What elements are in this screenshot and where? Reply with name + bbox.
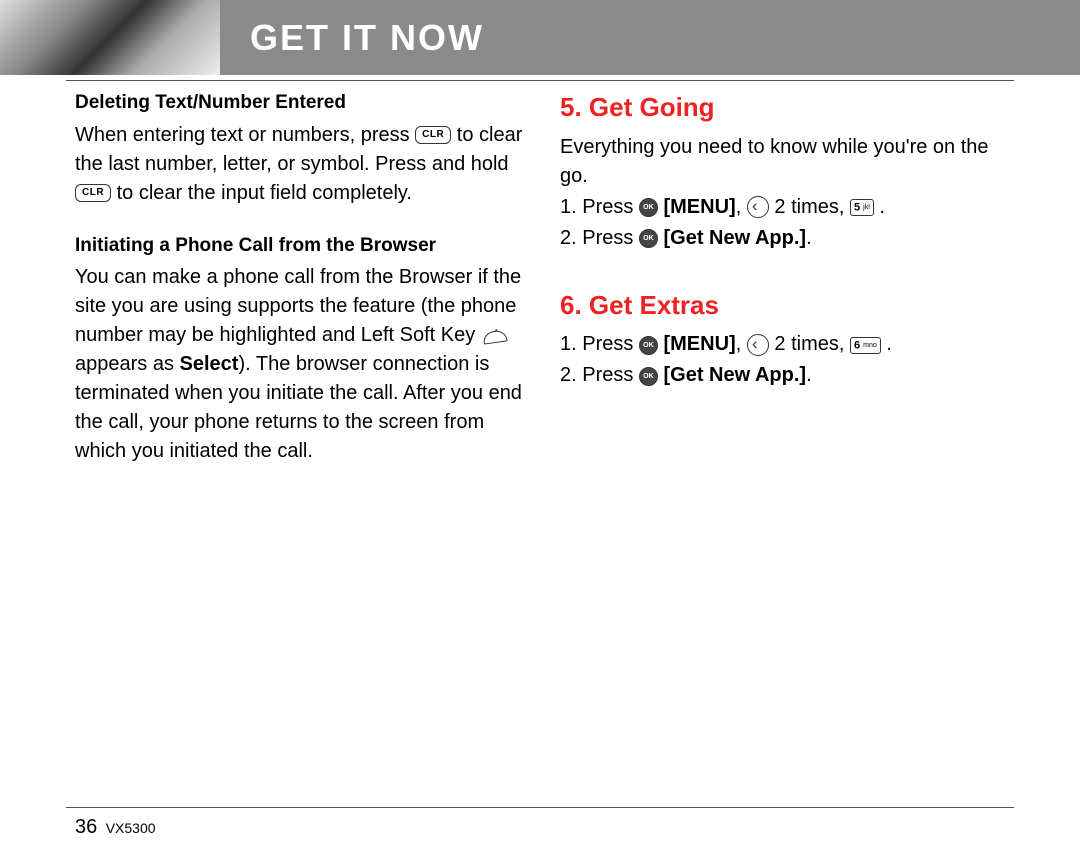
text-bold-select: Select [180, 353, 239, 375]
get-going-step-1: 1. Press OK [MENU], 2 times, 5 jkl . [560, 193, 1020, 222]
left-soft-key-icon [481, 327, 507, 345]
text-fragment: to clear the input field completely. [117, 182, 412, 204]
text-fragment: , [736, 333, 747, 355]
text-fragment: . [886, 333, 892, 355]
header-rule [66, 80, 1014, 81]
text-fragment: . [806, 227, 812, 249]
page-number: 36 [75, 816, 97, 838]
text-fragment: , [736, 196, 747, 218]
text-fragment: . [879, 196, 885, 218]
text-fragment: You can make a phone call from the Brows… [75, 266, 521, 346]
text-fragment: 1. Press [560, 196, 639, 218]
text-fragment: 2. Press [560, 364, 639, 386]
menu-label: [MENU] [663, 196, 735, 218]
text-fragment: When entering text or numbers, press [75, 124, 415, 146]
heading-get-extras: 6. Get Extras [560, 287, 1020, 325]
section-deleting-text: Deleting Text/Number Entered When enteri… [75, 89, 530, 208]
phone-call-paragraph: You can make a phone call from the Brows… [75, 263, 530, 466]
text-fragment: . [806, 364, 812, 386]
ok-key-icon: OK [639, 367, 658, 386]
header-decorative-image [0, 0, 220, 75]
ok-key-icon: OK [639, 229, 658, 248]
footer-rule [66, 807, 1014, 808]
get-extras-step-2: 2. Press OK [Get New App.]. [560, 361, 1020, 390]
deleting-text-paragraph: When entering text or numbers, press CLR… [75, 121, 530, 208]
left-column: Deleting Text/Number Entered When enteri… [75, 89, 530, 490]
ok-key-icon: OK [639, 336, 658, 355]
model-number: VX5300 [106, 820, 156, 836]
get-new-app-label: [Get New App.] [663, 227, 806, 249]
subheading-deleting: Deleting Text/Number Entered [75, 89, 530, 117]
num-6-key-icon: 6 mno [850, 337, 881, 354]
clr-key-icon: CLR [415, 126, 451, 144]
subheading-phone-call: Initiating a Phone Call from the Browser [75, 232, 530, 260]
nav-left-key-icon [747, 196, 769, 218]
nav-left-key-icon [747, 334, 769, 356]
chapter-title: GET IT NOW [250, 17, 484, 59]
get-new-app-label: [Get New App.] [663, 364, 806, 386]
get-going-step-2: 2. Press OK [Get New App.]. [560, 224, 1020, 253]
text-fragment: 2 times, [774, 196, 850, 218]
page-footer: 36 VX5300 [75, 816, 156, 839]
text-fragment: 2 times, [774, 333, 850, 355]
menu-label: [MENU] [663, 333, 735, 355]
section-get-going: 5. Get Going Everything you need to know… [560, 89, 1020, 253]
text-fragment: appears as [75, 353, 180, 375]
clr-key-icon: CLR [75, 184, 111, 202]
heading-get-going: 5. Get Going [560, 89, 1020, 127]
num-5-key-icon: 5 jkl [850, 199, 874, 216]
get-going-intro: Everything you need to know while you're… [560, 133, 1020, 191]
get-extras-step-1: 1. Press OK [MENU], 2 times, 6 mno . [560, 330, 1020, 359]
content-area: Deleting Text/Number Entered When enteri… [0, 75, 1080, 490]
text-fragment: 1. Press [560, 333, 639, 355]
ok-key-icon: OK [639, 198, 658, 217]
section-get-extras: 6. Get Extras 1. Press OK [MENU], 2 time… [560, 287, 1020, 391]
page-header: GET IT NOW [0, 0, 1080, 75]
section-phone-call-browser: Initiating a Phone Call from the Browser… [75, 232, 530, 467]
right-column: 5. Get Going Everything you need to know… [560, 89, 1020, 490]
text-fragment: 2. Press [560, 227, 639, 249]
